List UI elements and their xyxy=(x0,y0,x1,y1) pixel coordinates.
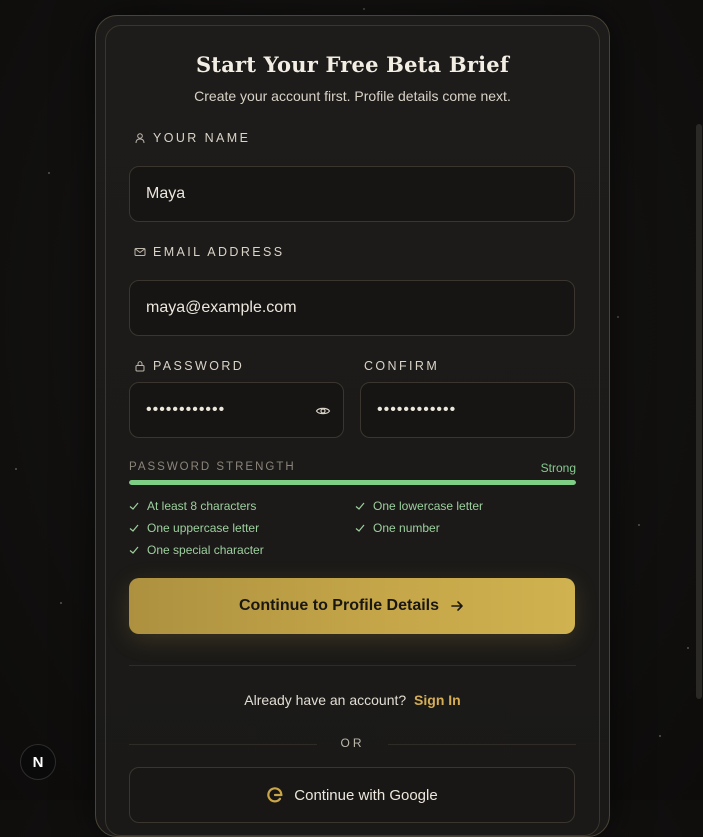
name-label: YOUR NAME xyxy=(153,131,251,145)
signin-row: Already have an account? Sign In xyxy=(96,692,609,708)
eye-icon[interactable] xyxy=(315,403,331,419)
confirm-value: •••••••••••• xyxy=(377,401,457,418)
badge-letter: N xyxy=(32,753,44,771)
confirm-label: CONFIRM xyxy=(364,359,440,373)
divider xyxy=(129,665,576,666)
requirement-text: One special character xyxy=(147,543,264,557)
check-icon xyxy=(129,546,139,554)
or-separator: OR xyxy=(129,736,576,752)
email-value: maya@example.com xyxy=(146,299,297,316)
strength-label: PASSWORD STRENGTH xyxy=(129,461,296,473)
scrollbar[interactable] xyxy=(693,0,703,800)
password-value: •••••••••••• xyxy=(146,401,226,418)
requirement-text: One uppercase letter xyxy=(147,521,260,535)
strength-bar xyxy=(129,480,576,485)
arrow-right-icon xyxy=(451,601,463,611)
email-label-row: EMAIL ADDRESS xyxy=(133,245,284,259)
form-subtitle: Create your account first. Profile detai… xyxy=(194,88,511,104)
google-button-label: Continue with Google xyxy=(294,786,438,804)
continue-button-label: Continue to Profile Details xyxy=(238,597,439,614)
signin-link[interactable]: Sign In xyxy=(414,692,461,708)
strength-bar-fill xyxy=(129,480,576,485)
requirement-text: One lowercase letter xyxy=(373,499,484,513)
requirement-item: One number xyxy=(355,521,440,535)
or-text: OR xyxy=(340,736,365,750)
lock-icon xyxy=(133,359,147,373)
requirement-item: One special character xyxy=(129,543,264,557)
confirm-label-row: CONFIRM xyxy=(364,359,439,373)
requirement-item: One lowercase letter xyxy=(355,499,483,513)
scrollbar-thumb[interactable] xyxy=(696,124,702,699)
requirement-item: One uppercase letter xyxy=(129,521,259,535)
password-label-row: PASSWORD xyxy=(133,359,244,373)
name-value: Maya xyxy=(146,185,186,202)
confirm-input[interactable]: •••••••••••• xyxy=(360,382,575,438)
check-icon xyxy=(129,502,139,510)
user-icon xyxy=(133,131,147,145)
requirement-text: At least 8 characters xyxy=(147,499,257,513)
strength-value: Strong xyxy=(540,461,576,475)
password-input[interactable]: •••••••••••• xyxy=(129,382,344,438)
name-input[interactable]: Maya xyxy=(129,166,575,222)
email-input[interactable]: maya@example.com xyxy=(129,280,575,336)
requirement-item: At least 8 characters xyxy=(129,499,256,513)
mail-icon xyxy=(133,245,147,259)
check-icon xyxy=(355,502,365,510)
google-icon xyxy=(267,787,283,803)
continue-button[interactable]: Continue to Profile Details xyxy=(129,578,575,634)
signup-card: Start Your Free Beta Brief Create your a… xyxy=(95,15,610,837)
nextjs-badge[interactable]: N xyxy=(20,744,56,780)
signin-prompt: Already have an account? xyxy=(244,692,407,708)
form-title: Start Your Free Beta Brief xyxy=(195,52,510,77)
name-label-row: YOUR NAME xyxy=(133,131,250,145)
check-icon xyxy=(355,524,365,532)
password-label: PASSWORD xyxy=(153,359,245,373)
requirement-text: One number xyxy=(373,521,440,535)
google-signin-button[interactable]: Continue with Google xyxy=(129,767,575,823)
email-label: EMAIL ADDRESS xyxy=(153,245,285,259)
check-icon xyxy=(129,524,139,532)
